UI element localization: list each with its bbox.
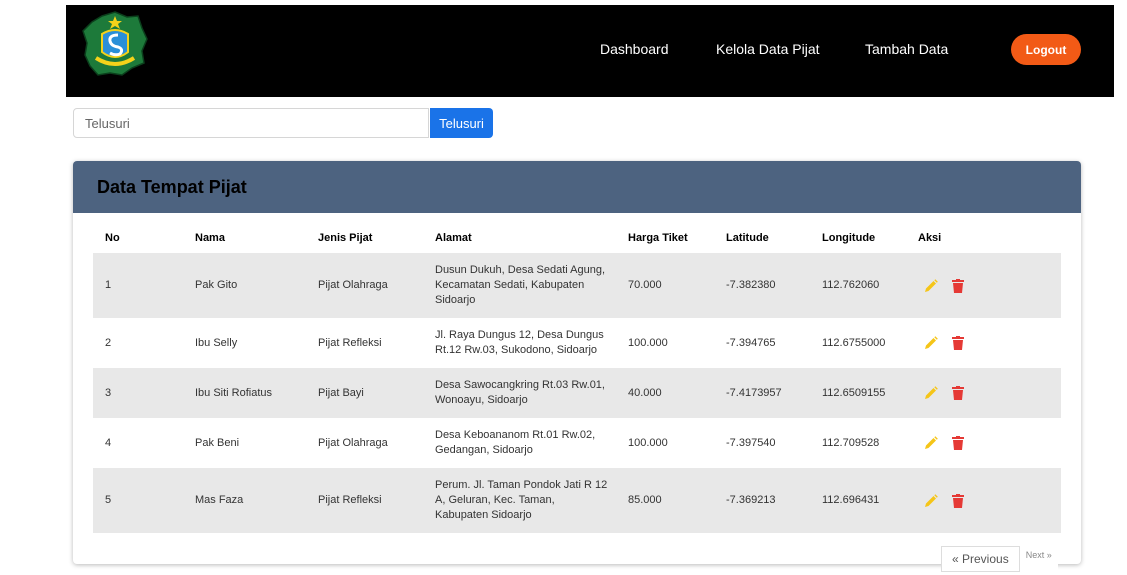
top-area: Dashboard Kelola Data Pijat Tambah Data …	[0, 0, 1127, 97]
search-button[interactable]: Telusuri	[430, 108, 493, 138]
cell-jenis: Pijat Refleksi	[318, 336, 382, 349]
cell-no: 5	[105, 494, 112, 506]
cell-latitude: -7.397540	[726, 436, 776, 449]
table-header-row: No Nama Jenis Pijat Alamat Harga Tiket L…	[93, 223, 1061, 253]
header-longitude: Longitude	[822, 232, 876, 244]
header-no: No	[105, 232, 120, 244]
trash-icon[interactable]	[952, 436, 964, 450]
cell-nama: Pak Beni	[195, 436, 240, 449]
card-title: Data Tempat Pijat	[97, 176, 247, 197]
trash-icon[interactable]	[952, 386, 964, 400]
table-row: 2 Ibu Selly Pijat Refleksi Jl. Raya Dung…	[93, 318, 1061, 368]
cell-nama: Ibu Selly	[195, 336, 238, 349]
nav-kelola-data-pijat[interactable]: Kelola Data Pijat	[716, 41, 820, 57]
regency-emblem-logo[interactable]	[80, 8, 150, 78]
cell-jenis: Pijat Olahraga	[318, 279, 388, 291]
cell-latitude: -7.382380	[726, 279, 776, 291]
pencil-icon[interactable]	[924, 278, 938, 293]
table-row: 4 Pak Beni Pijat Olahraga Desa Keboanano…	[93, 418, 1061, 468]
header-jenis-pijat: Jenis Pijat	[318, 232, 373, 244]
navbar: Dashboard Kelola Data Pijat Tambah Data …	[66, 5, 1114, 97]
cell-harga: 100.000	[628, 436, 668, 449]
pencil-icon[interactable]	[924, 436, 938, 450]
header-nama: Nama	[195, 232, 225, 244]
cell-harga: 100.000	[628, 336, 668, 349]
table-row: 5 Mas Faza Pijat Refleksi Perum. Jl. Tam…	[93, 468, 1061, 533]
logout-button[interactable]: Logout	[1011, 34, 1081, 65]
search-input[interactable]	[73, 108, 429, 138]
cell-no: 2	[105, 336, 112, 349]
cell-alamat: Dusun Dukuh, Desa Sedati Agung, Kecamata…	[435, 264, 606, 306]
cell-longitude: 112.696431	[822, 494, 880, 506]
cell-latitude: -7.4173957	[726, 386, 782, 399]
trash-icon[interactable]	[952, 278, 964, 293]
cell-latitude: -7.369213	[726, 494, 776, 506]
cell-nama: Pak Gito	[195, 279, 238, 291]
previous-page-button[interactable]: « Previous	[941, 546, 1020, 572]
cell-jenis: Pijat Refleksi	[318, 494, 382, 506]
cell-latitude: -7.394765	[726, 336, 776, 349]
cell-aksi	[918, 318, 1061, 368]
table-row: 3 Ibu Siti Rofiatus Pijat Bayi Desa Sawo…	[93, 368, 1061, 418]
header-harga-tiket: Harga Tiket	[628, 232, 688, 244]
nav-dashboard[interactable]: Dashboard	[600, 41, 669, 57]
cell-longitude: 112.709528	[822, 436, 880, 449]
cell-alamat: Desa Sawocangkring Rt.03 Rw.01, Wonoayu,…	[435, 379, 605, 406]
next-page-button[interactable]: Next »	[1020, 546, 1058, 572]
cell-aksi	[918, 368, 1061, 418]
cell-no: 4	[105, 436, 112, 449]
cell-alamat: Perum. Jl. Taman Pondok Jati R 12 A, Gel…	[435, 479, 608, 521]
cell-longitude: 112.6755000	[822, 336, 886, 349]
header-latitude: Latitude	[726, 232, 769, 244]
cell-aksi	[918, 468, 1061, 533]
cell-alamat: Desa Keboananom Rt.01 Rw.02, Gedangan, S…	[435, 429, 596, 456]
header-aksi: Aksi	[918, 232, 942, 244]
pencil-icon[interactable]	[924, 386, 938, 400]
pencil-icon[interactable]	[924, 336, 938, 350]
cell-jenis: Pijat Bayi	[318, 386, 364, 399]
cell-aksi	[918, 418, 1061, 468]
card-header: Data Tempat Pijat	[73, 161, 1081, 213]
pencil-icon[interactable]	[924, 493, 938, 508]
cell-alamat: Jl. Raya Dungus 12, Desa Dungus Rt.12 Rw…	[435, 329, 604, 356]
data-card: Data Tempat Pijat No Nama Jenis Pijat Al…	[73, 161, 1081, 564]
trash-icon[interactable]	[952, 336, 964, 350]
cell-harga: 85.000	[628, 494, 662, 506]
pagination: « Previous Next »	[941, 546, 1058, 572]
cell-longitude: 112.762060	[822, 279, 880, 291]
data-table: No Nama Jenis Pijat Alamat Harga Tiket L…	[93, 223, 1061, 533]
cell-no: 1	[105, 279, 112, 291]
cell-longitude: 112.6509155	[822, 386, 886, 399]
cell-aksi	[918, 253, 1061, 318]
cell-harga: 40.000	[628, 386, 662, 399]
trash-icon[interactable]	[952, 493, 964, 508]
cell-nama: Ibu Siti Rofiatus	[195, 386, 273, 399]
cell-no: 3	[105, 386, 112, 399]
header-alamat: Alamat	[435, 232, 472, 244]
cell-jenis: Pijat Olahraga	[318, 436, 388, 449]
table-row: 1 Pak Gito Pijat Olahraga Dusun Dukuh, D…	[93, 253, 1061, 318]
cell-nama: Mas Faza	[195, 494, 244, 506]
nav-tambah-data[interactable]: Tambah Data	[865, 41, 948, 57]
cell-harga: 70.000	[628, 279, 662, 291]
